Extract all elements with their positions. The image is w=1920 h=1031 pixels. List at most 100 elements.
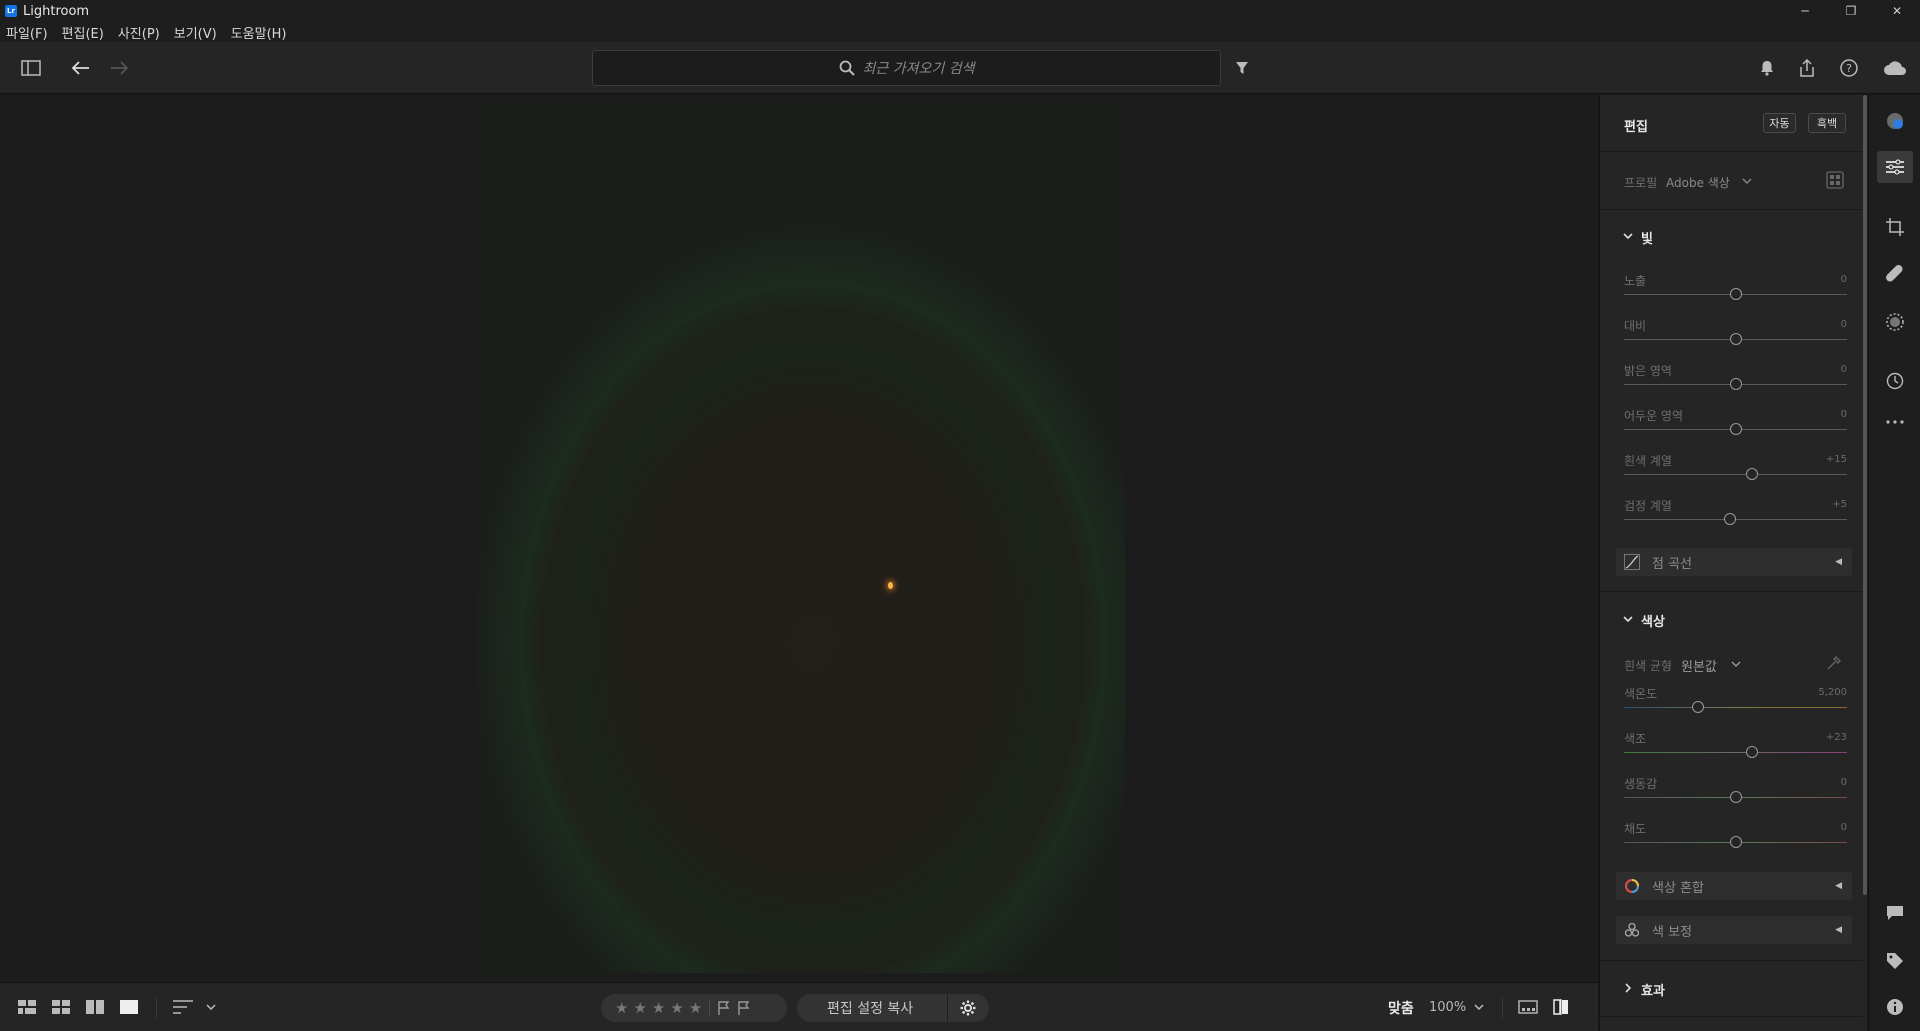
profile-browser-icon[interactable] bbox=[1826, 171, 1844, 189]
presets-icon[interactable] bbox=[1877, 105, 1913, 137]
share-icon[interactable] bbox=[1792, 53, 1822, 83]
profile-chevron-down-icon[interactable] bbox=[1742, 178, 1752, 184]
minimize-button[interactable]: ─ bbox=[1782, 0, 1828, 22]
slider-thumb[interactable] bbox=[1729, 378, 1742, 390]
edit-panel-title: 편집 bbox=[1624, 120, 1648, 135]
search-input[interactable]: 최근 가져오기 검색 bbox=[592, 50, 1221, 86]
slider-thumb[interactable] bbox=[1729, 423, 1742, 435]
divider bbox=[1599, 209, 1863, 210]
slider-thumb[interactable] bbox=[1723, 513, 1736, 525]
slider-value[interactable]: 0 bbox=[1807, 822, 1847, 833]
photo-grid-view-icon[interactable] bbox=[52, 995, 70, 1019]
panel-scrollbar[interactable] bbox=[1863, 95, 1867, 895]
light-section-title[interactable]: 빛 bbox=[1641, 228, 1653, 247]
slider-value[interactable]: 0 bbox=[1807, 409, 1847, 420]
white-balance-dropdown[interactable]: 원본값 bbox=[1681, 656, 1717, 675]
healing-brush-icon[interactable] bbox=[1877, 258, 1913, 290]
copy-settings-button[interactable]: 편집 설정 복사 bbox=[797, 994, 989, 1022]
more-options-icon[interactable] bbox=[1877, 406, 1913, 438]
slider-value[interactable]: 0 bbox=[1807, 777, 1847, 788]
slider-value[interactable]: 5,200 bbox=[1807, 687, 1847, 698]
slider-track[interactable] bbox=[1624, 752, 1847, 753]
slider-thumb[interactable] bbox=[1691, 701, 1704, 713]
back-arrow-icon[interactable] bbox=[66, 53, 96, 83]
photo-canvas bbox=[0, 95, 1598, 982]
light-chevron-down-icon[interactable] bbox=[1623, 233, 1633, 239]
color-grading-icon bbox=[1622, 920, 1642, 940]
star-icon[interactable]: ★ bbox=[615, 999, 628, 1017]
wb-chevron-down-icon[interactable] bbox=[1731, 661, 1741, 667]
panel-toggle-icon[interactable] bbox=[16, 53, 46, 83]
zoom-chevron-down-icon[interactable] bbox=[1474, 995, 1484, 1019]
slider-label: 생동감 bbox=[1624, 777, 1658, 791]
slider-track[interactable] bbox=[1624, 474, 1847, 475]
menu-edit[interactable]: 편집(E) bbox=[62, 23, 104, 42]
expand-arrow-icon: ◀ bbox=[1835, 557, 1842, 567]
star-icon[interactable]: ★ bbox=[689, 999, 702, 1017]
slider-value[interactable]: +23 bbox=[1807, 732, 1847, 743]
detail-view-icon[interactable] bbox=[120, 995, 138, 1019]
top-toolbar: 최근 가져오기 검색 ? bbox=[0, 42, 1920, 94]
color-mix-panel[interactable]: 색상 혼합 ◀ bbox=[1616, 872, 1852, 900]
history-icon[interactable] bbox=[1877, 365, 1913, 397]
menu-view[interactable]: 보기(V) bbox=[174, 23, 217, 42]
svg-text:?: ? bbox=[1846, 62, 1852, 75]
comment-icon[interactable] bbox=[1877, 897, 1913, 929]
masking-icon[interactable] bbox=[1877, 306, 1913, 338]
star-icon[interactable]: ★ bbox=[633, 999, 646, 1017]
slider-thumb[interactable] bbox=[1729, 333, 1742, 345]
profile-dropdown[interactable]: Adobe 색상 bbox=[1666, 174, 1730, 191]
zoom-level-dropdown[interactable]: 100% bbox=[1429, 1000, 1466, 1015]
tag-icon[interactable] bbox=[1877, 945, 1913, 977]
slider-value[interactable]: 0 bbox=[1807, 274, 1847, 285]
white-balance-label: 흰색 균형 bbox=[1624, 659, 1672, 673]
slider-value[interactable]: +5 bbox=[1807, 499, 1847, 510]
point-curve-panel[interactable]: 점 곡선 ◀ bbox=[1616, 548, 1852, 576]
edit-sliders-icon[interactable] bbox=[1877, 151, 1913, 183]
color-chevron-down-icon[interactable] bbox=[1623, 616, 1633, 622]
crop-icon[interactable] bbox=[1877, 211, 1913, 243]
slider-value[interactable]: 0 bbox=[1807, 364, 1847, 375]
help-icon[interactable]: ? bbox=[1834, 53, 1864, 83]
auto-button[interactable]: 자동 bbox=[1763, 113, 1796, 133]
slider-track[interactable] bbox=[1624, 707, 1847, 708]
compare-view-icon[interactable] bbox=[86, 995, 104, 1019]
forward-arrow-icon[interactable] bbox=[104, 53, 134, 83]
slider-value[interactable]: +15 bbox=[1807, 454, 1847, 465]
gear-icon[interactable] bbox=[960, 1000, 976, 1016]
slider-value[interactable]: 0 bbox=[1807, 319, 1847, 330]
close-button[interactable]: ✕ bbox=[1874, 0, 1920, 22]
slider-thumb[interactable] bbox=[1729, 791, 1742, 803]
square-grid-view-icon[interactable] bbox=[18, 995, 36, 1019]
filmstrip-toggle-icon[interactable] bbox=[1518, 995, 1538, 1019]
sort-chevron-down-icon[interactable] bbox=[206, 995, 216, 1019]
slider-thumb[interactable] bbox=[1729, 288, 1742, 300]
eyedropper-icon[interactable] bbox=[1826, 655, 1842, 671]
flag-pick-icon[interactable] bbox=[718, 1001, 730, 1015]
divider bbox=[1599, 1016, 1863, 1017]
menu-file[interactable]: 파일(F) bbox=[6, 23, 48, 42]
black-white-button[interactable]: 흑백 bbox=[1808, 113, 1846, 133]
tool-rail bbox=[1868, 95, 1920, 1031]
slider-thumb[interactable] bbox=[1729, 836, 1742, 848]
slider-label: 노출 bbox=[1624, 274, 1647, 288]
color-grading-panel[interactable]: 색 보정 ◀ bbox=[1616, 916, 1852, 944]
before-after-icon[interactable] bbox=[1552, 995, 1570, 1019]
color-section-title[interactable]: 색상 bbox=[1641, 611, 1665, 630]
cloud-icon[interactable] bbox=[1880, 53, 1910, 83]
filter-icon[interactable] bbox=[1227, 53, 1257, 83]
effects-section-title[interactable]: 효과 bbox=[1641, 980, 1665, 999]
star-icon[interactable]: ★ bbox=[652, 999, 665, 1017]
effects-chevron-right-icon[interactable] bbox=[1625, 983, 1631, 993]
restore-button[interactable]: ❐ bbox=[1828, 0, 1874, 22]
menu-bar: 파일(F) 편집(E) 사진(P) 보기(V) 도움말(H) bbox=[0, 22, 1920, 42]
info-icon[interactable] bbox=[1877, 991, 1913, 1023]
bell-icon[interactable] bbox=[1752, 53, 1782, 83]
menu-help[interactable]: 도움말(H) bbox=[231, 23, 287, 42]
sort-icon[interactable] bbox=[173, 995, 193, 1019]
menu-photo[interactable]: 사진(P) bbox=[118, 23, 160, 42]
star-icon[interactable]: ★ bbox=[670, 999, 683, 1017]
flag-reject-icon[interactable] bbox=[738, 1001, 750, 1015]
photo-preview[interactable] bbox=[475, 105, 1125, 973]
zoom-fit-button[interactable]: 맞춤 bbox=[1388, 998, 1414, 1018]
